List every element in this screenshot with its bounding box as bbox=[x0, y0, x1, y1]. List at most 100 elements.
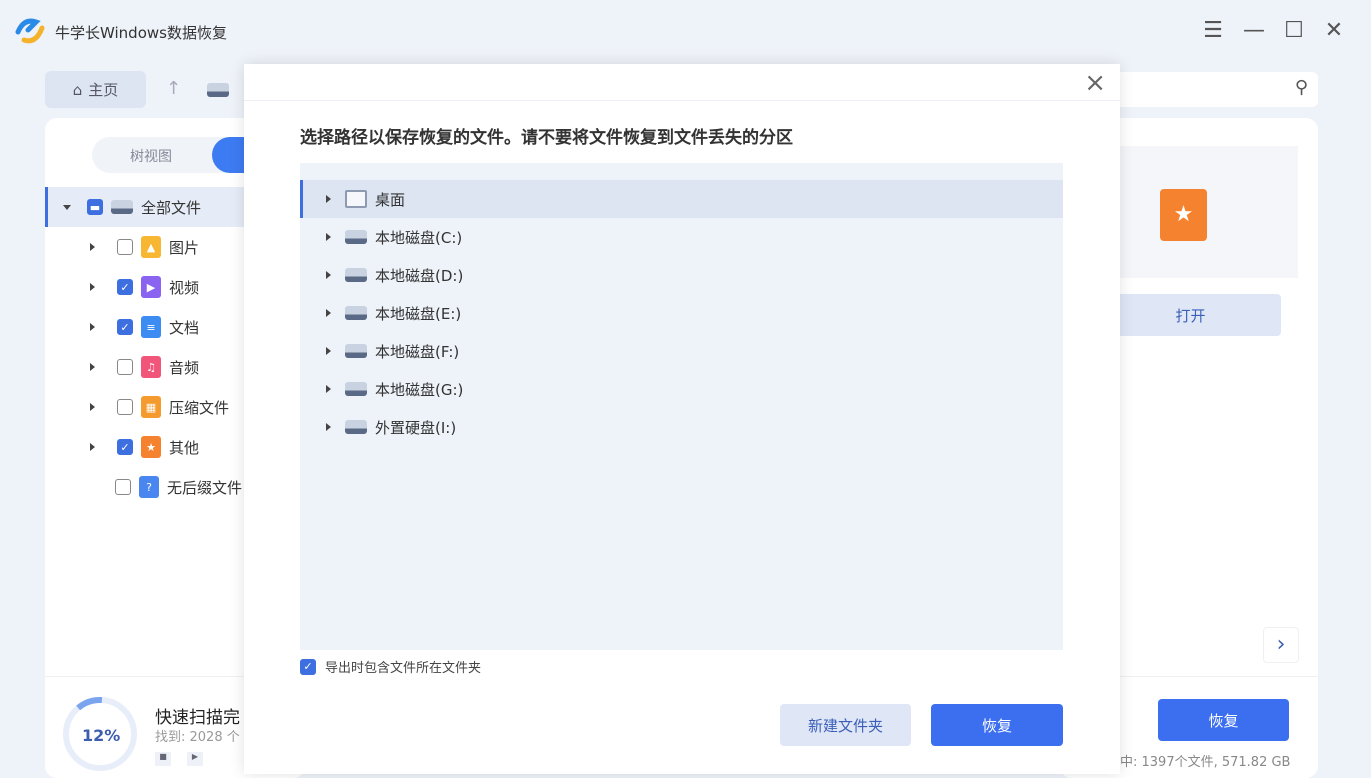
checkbox-icon[interactable]: ✓ bbox=[300, 658, 316, 675]
desktop-icon bbox=[345, 190, 367, 208]
tree-item[interactable]: ▲ 图片 bbox=[45, 227, 255, 267]
view-toggle[interactable]: 树视图 bbox=[92, 137, 272, 173]
checkbox[interactable]: ✓ bbox=[117, 279, 133, 295]
next-icon[interactable]: › bbox=[1263, 627, 1299, 663]
app-title: 牛学长Windows数据恢复 bbox=[55, 24, 227, 42]
menu-icon[interactable]: ☰ bbox=[1200, 18, 1226, 43]
location-label: 本地磁盘(D:) bbox=[375, 266, 464, 285]
other-file-icon: ★ bbox=[1160, 189, 1207, 241]
checkbox[interactable]: ✓ bbox=[117, 439, 133, 455]
location-label: 桌面 bbox=[375, 190, 406, 209]
location-item[interactable]: 本地磁盘(F:) bbox=[300, 332, 1063, 370]
chevron-right-icon[interactable] bbox=[326, 347, 331, 355]
checkbox[interactable] bbox=[117, 239, 133, 255]
checkbox[interactable] bbox=[117, 399, 133, 415]
dialog-recover-button[interactable]: 恢复 bbox=[931, 704, 1063, 746]
home-button[interactable]: ⌂ 主页 bbox=[45, 71, 146, 108]
chevron-right-icon[interactable] bbox=[90, 283, 95, 291]
home-icon: ⌂ bbox=[72, 80, 83, 99]
location-label: 外置硬盘(I:) bbox=[375, 418, 457, 437]
tree-item[interactable]: ▦ 压缩文件 bbox=[45, 387, 255, 427]
file-type-icon: ▲ bbox=[141, 236, 161, 258]
drive-icon bbox=[345, 268, 367, 282]
scan-found: 找到: 2028 个 bbox=[155, 730, 240, 745]
tree-item-label: 视频 bbox=[169, 278, 200, 297]
dialog-title: 选择路径以保存恢复的文件。请不要将文件恢复到文件丢失的分区 bbox=[300, 128, 793, 148]
location-item[interactable]: 本地磁盘(E:) bbox=[300, 294, 1063, 332]
chevron-right-icon[interactable] bbox=[90, 323, 95, 331]
tree-item-label: 全部文件 bbox=[141, 198, 202, 217]
include-folder-label: 导出时包含文件所在文件夹 bbox=[325, 661, 482, 676]
scan-title: 快速扫描完 bbox=[155, 708, 240, 728]
file-type-icon: ▶ bbox=[141, 276, 161, 298]
drive-icon bbox=[345, 230, 367, 244]
chevron-right-icon[interactable] bbox=[326, 271, 331, 279]
drive-icon bbox=[207, 83, 229, 97]
selected-summary: 中: 1397个文件, 571.82 GB bbox=[1120, 755, 1291, 770]
chevron-right-icon[interactable] bbox=[326, 423, 331, 431]
home-label: 主页 bbox=[88, 81, 119, 99]
tree-view-tab[interactable]: 树视图 bbox=[130, 146, 172, 166]
location-label: 本地磁盘(G:) bbox=[375, 380, 464, 399]
location-tree: 桌面本地磁盘(C:) 本地磁盘(D:) 本地磁盘(E:) 本地磁盘(F:) 本地磁盘(G… bbox=[300, 163, 1063, 650]
stop-icon[interactable]: ■ bbox=[155, 752, 171, 766]
play-icon[interactable]: ▶ bbox=[187, 752, 203, 766]
tree-item-label: 压缩文件 bbox=[169, 398, 230, 417]
drive-icon bbox=[111, 200, 133, 214]
chevron-right-icon[interactable] bbox=[90, 363, 95, 371]
search-icon[interactable]: ⚲ bbox=[1295, 77, 1308, 98]
chevron-down-icon[interactable] bbox=[63, 204, 71, 210]
file-type-icon: ♫ bbox=[141, 356, 161, 378]
location-label: 本地磁盘(F:) bbox=[375, 342, 460, 361]
include-folder-checkbox[interactable]: ✓ 导出时包含文件所在文件夹 bbox=[300, 657, 481, 676]
chevron-right-icon[interactable] bbox=[326, 233, 331, 241]
checkbox[interactable] bbox=[117, 359, 133, 375]
maximize-icon[interactable]: ☐ bbox=[1281, 18, 1307, 43]
tree-item-label: 其他 bbox=[169, 438, 200, 457]
location-item[interactable]: 桌面 bbox=[300, 180, 1063, 218]
checkbox[interactable] bbox=[115, 479, 131, 495]
drive-icon bbox=[345, 382, 367, 396]
save-path-dialog: × 选择路径以保存恢复的文件。请不要将文件恢复到文件丢失的分区 桌面本地磁盘(C… bbox=[244, 64, 1120, 774]
scan-percent: 12% bbox=[82, 726, 121, 745]
file-type-icon: ? bbox=[139, 476, 159, 498]
location-label: 本地磁盘(C:) bbox=[375, 228, 463, 247]
chevron-right-icon[interactable] bbox=[90, 243, 95, 251]
file-type-icon: ▦ bbox=[141, 396, 161, 418]
tree-item[interactable]: ? 无后缀文件 bbox=[45, 467, 255, 507]
file-type-icon: ★ bbox=[141, 436, 161, 458]
location-item[interactable]: 外置硬盘(I:) bbox=[300, 408, 1063, 446]
chevron-right-icon[interactable] bbox=[326, 385, 331, 393]
chevron-right-icon[interactable] bbox=[326, 195, 331, 203]
recover-button[interactable]: 恢复 bbox=[1158, 699, 1289, 741]
minimize-icon[interactable]: — bbox=[1241, 18, 1267, 43]
new-folder-button[interactable]: 新建文件夹 bbox=[780, 704, 911, 746]
checkbox[interactable]: ✓ bbox=[117, 319, 133, 335]
up-arrow-icon[interactable]: ↑ bbox=[166, 78, 181, 99]
app-logo bbox=[15, 18, 45, 44]
tree-item[interactable]: ▬ 全部文件 bbox=[45, 187, 255, 227]
tree-item[interactable]: ✓ ▶ 视频 bbox=[45, 267, 255, 307]
tree-item-label: 无后缀文件 bbox=[167, 478, 243, 497]
external-drive-icon bbox=[345, 420, 367, 434]
search-input[interactable]: ⚲ bbox=[1100, 72, 1318, 107]
tree-item[interactable]: ✓ ≡ 文档 bbox=[45, 307, 255, 347]
drive-icon bbox=[345, 344, 367, 358]
chevron-right-icon[interactable] bbox=[90, 443, 95, 451]
location-item[interactable]: 本地磁盘(C:) bbox=[300, 218, 1063, 256]
location-item[interactable]: 本地磁盘(D:) bbox=[300, 256, 1063, 294]
location-label: 本地磁盘(E:) bbox=[375, 304, 462, 323]
tree-item-label: 音频 bbox=[169, 358, 200, 377]
close-icon[interactable]: ✕ bbox=[1321, 18, 1347, 43]
chevron-right-icon[interactable] bbox=[90, 403, 95, 411]
location-item[interactable]: 本地磁盘(G:) bbox=[300, 370, 1063, 408]
checkbox[interactable]: ▬ bbox=[87, 199, 103, 215]
tree-item[interactable]: ♫ 音频 bbox=[45, 347, 255, 387]
open-button[interactable]: 打开 bbox=[1100, 294, 1281, 336]
chevron-right-icon[interactable] bbox=[326, 309, 331, 317]
tree-item-label: 图片 bbox=[169, 238, 200, 257]
drive-icon bbox=[345, 306, 367, 320]
close-icon[interactable]: × bbox=[1084, 68, 1106, 98]
tree-item[interactable]: ✓ ★ 其他 bbox=[45, 427, 255, 467]
file-type-icon: ≡ bbox=[141, 316, 161, 338]
